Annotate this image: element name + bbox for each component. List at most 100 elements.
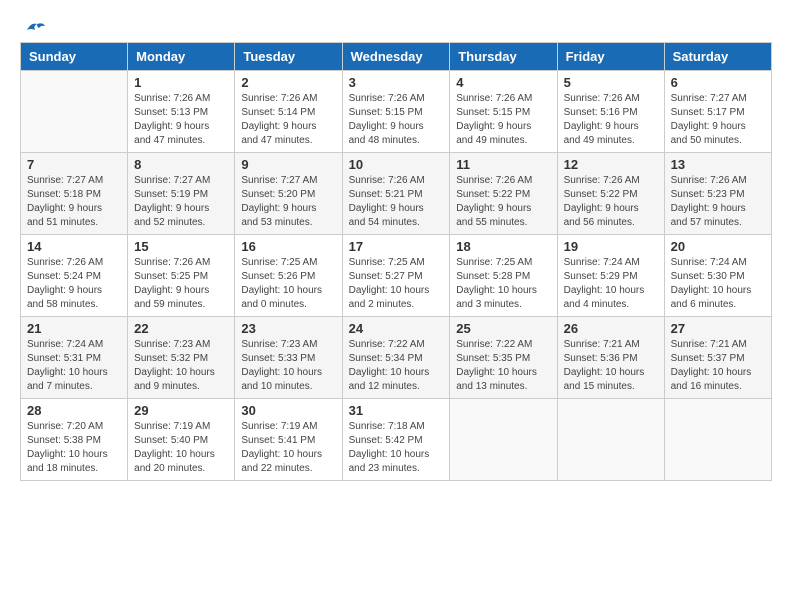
day-info: Sunrise: 7:27 AM Sunset: 5:19 PM Dayligh… [134, 174, 228, 230]
day-info: Sunrise: 7:24 AM Sunset: 5:29 PM Dayligh… [564, 256, 658, 312]
day-number: 11 [456, 157, 550, 172]
day-number: 24 [349, 321, 444, 336]
calendar-day-cell: 18 Sunrise: 7:25 AM Sunset: 5:28 PM Dayli… [450, 235, 557, 317]
day-number: 29 [134, 403, 228, 418]
calendar-day-cell [21, 71, 128, 153]
day-info: Sunrise: 7:26 AM Sunset: 5:25 PM Dayligh… [134, 256, 228, 312]
day-number: 8 [134, 157, 228, 172]
day-info: Sunrise: 7:22 AM Sunset: 5:35 PM Dayligh… [456, 338, 550, 394]
day-number: 21 [27, 321, 121, 336]
calendar-week-row: 1Sunrise: 7:26 AM Sunset: 5:13 PM Daylig… [21, 71, 772, 153]
calendar-day-cell: 14 Sunrise: 7:26 AM Sunset: 5:24 PM Dayli… [21, 235, 128, 317]
day-info: Sunrise: 7:26 AM Sunset: 5:13 PM Dayligh… [134, 92, 228, 148]
calendar-day-cell: 2Sunrise: 7:26 AM Sunset: 5:14 PM Daylig… [235, 71, 342, 153]
calendar-week-row: 28 Sunrise: 7:20 AM Sunset: 5:38 PM Dayli… [21, 399, 772, 481]
calendar-day-cell: 11 Sunrise: 7:26 AM Sunset: 5:22 PM Dayli… [450, 153, 557, 235]
day-number: 16 [241, 239, 335, 254]
day-number: 26 [564, 321, 658, 336]
calendar-day-cell [557, 399, 664, 481]
day-number: 22 [134, 321, 228, 336]
calendar-day-cell: 30 Sunrise: 7:19 AM Sunset: 5:41 PM Dayli… [235, 399, 342, 481]
calendar-day-cell: 24 Sunrise: 7:22 AM Sunset: 5:34 PM Dayli… [342, 317, 450, 399]
calendar-day-cell: 25 Sunrise: 7:22 AM Sunset: 5:35 PM Dayli… [450, 317, 557, 399]
day-number: 19 [564, 239, 658, 254]
calendar-day-cell: 27Sunrise: 7:21 AM Sunset: 5:37 PM Dayli… [664, 317, 771, 399]
day-info: Sunrise: 7:27 AM Sunset: 5:17 PM Dayligh… [671, 92, 765, 148]
day-number: 17 [349, 239, 444, 254]
calendar-day-cell: 20 Sunrise: 7:24 AM Sunset: 5:30 PM Dayli… [664, 235, 771, 317]
day-of-week-header: Friday [557, 43, 664, 71]
day-number: 31 [349, 403, 444, 418]
calendar-day-cell: 21 Sunrise: 7:24 AM Sunset: 5:31 PM Dayli… [21, 317, 128, 399]
calendar-day-cell: 5 Sunrise: 7:26 AM Sunset: 5:16 PM Daylig… [557, 71, 664, 153]
day-info: Sunrise: 7:25 AM Sunset: 5:26 PM Dayligh… [241, 256, 335, 312]
logo [20, 20, 45, 34]
day-info: Sunrise: 7:26 AM Sunset: 5:22 PM Dayligh… [564, 174, 658, 230]
day-number: 25 [456, 321, 550, 336]
day-number: 13 [671, 157, 765, 172]
day-info: Sunrise: 7:26 AM Sunset: 5:21 PM Dayligh… [349, 174, 444, 230]
day-number: 10 [349, 157, 444, 172]
calendar-day-cell: 22 Sunrise: 7:23 AM Sunset: 5:32 PM Dayli… [128, 317, 235, 399]
day-of-week-header: Monday [128, 43, 235, 71]
calendar-day-cell: 8 Sunrise: 7:27 AM Sunset: 5:19 PM Daylig… [128, 153, 235, 235]
calendar-header-row: SundayMondayTuesdayWednesdayThursdayFrid… [21, 43, 772, 71]
day-info: Sunrise: 7:23 AM Sunset: 5:33 PM Dayligh… [241, 338, 335, 394]
day-number: 20 [671, 239, 765, 254]
calendar-day-cell: 19 Sunrise: 7:24 AM Sunset: 5:29 PM Dayli… [557, 235, 664, 317]
day-info: Sunrise: 7:26 AM Sunset: 5:22 PM Dayligh… [456, 174, 550, 230]
calendar-week-row: 7Sunrise: 7:27 AM Sunset: 5:18 PM Daylig… [21, 153, 772, 235]
day-info: Sunrise: 7:23 AM Sunset: 5:32 PM Dayligh… [134, 338, 228, 394]
calendar-day-cell: 6 Sunrise: 7:27 AM Sunset: 5:17 PM Daylig… [664, 71, 771, 153]
calendar-day-cell: 15 Sunrise: 7:26 AM Sunset: 5:25 PM Dayli… [128, 235, 235, 317]
day-info: Sunrise: 7:21 AM Sunset: 5:36 PM Dayligh… [564, 338, 658, 394]
calendar-week-row: 21 Sunrise: 7:24 AM Sunset: 5:31 PM Dayli… [21, 317, 772, 399]
day-info: Sunrise: 7:26 AM Sunset: 5:24 PM Dayligh… [27, 256, 121, 312]
day-info: Sunrise: 7:26 AM Sunset: 5:14 PM Dayligh… [241, 92, 335, 148]
day-info: Sunrise: 7:24 AM Sunset: 5:30 PM Dayligh… [671, 256, 765, 312]
day-info: Sunrise: 7:25 AM Sunset: 5:27 PM Dayligh… [349, 256, 444, 312]
day-number: 3 [349, 75, 444, 90]
calendar-day-cell: 10 Sunrise: 7:26 AM Sunset: 5:21 PM Dayli… [342, 153, 450, 235]
day-of-week-header: Tuesday [235, 43, 342, 71]
day-number: 4 [456, 75, 550, 90]
page-header [20, 20, 772, 34]
day-info: Sunrise: 7:18 AM Sunset: 5:42 PM Dayligh… [349, 420, 444, 476]
day-info: Sunrise: 7:19 AM Sunset: 5:41 PM Dayligh… [241, 420, 335, 476]
day-info: Sunrise: 7:25 AM Sunset: 5:28 PM Dayligh… [456, 256, 550, 312]
day-info: Sunrise: 7:26 AM Sunset: 5:23 PM Dayligh… [671, 174, 765, 230]
day-info: Sunrise: 7:20 AM Sunset: 5:38 PM Dayligh… [27, 420, 121, 476]
day-number: 27 [671, 321, 765, 336]
calendar-day-cell [450, 399, 557, 481]
day-info: Sunrise: 7:26 AM Sunset: 5:15 PM Dayligh… [349, 92, 444, 148]
day-number: 15 [134, 239, 228, 254]
calendar-day-cell: 9 Sunrise: 7:27 AM Sunset: 5:20 PM Daylig… [235, 153, 342, 235]
day-number: 6 [671, 75, 765, 90]
day-number: 9 [241, 157, 335, 172]
day-info: Sunrise: 7:26 AM Sunset: 5:15 PM Dayligh… [456, 92, 550, 148]
day-of-week-header: Sunday [21, 43, 128, 71]
day-number: 12 [564, 157, 658, 172]
day-of-week-header: Thursday [450, 43, 557, 71]
day-info: Sunrise: 7:19 AM Sunset: 5:40 PM Dayligh… [134, 420, 228, 476]
day-number: 30 [241, 403, 335, 418]
day-of-week-header: Wednesday [342, 43, 450, 71]
calendar-week-row: 14 Sunrise: 7:26 AM Sunset: 5:24 PM Dayli… [21, 235, 772, 317]
day-number: 28 [27, 403, 121, 418]
day-info: Sunrise: 7:26 AM Sunset: 5:16 PM Dayligh… [564, 92, 658, 148]
calendar-day-cell: 17 Sunrise: 7:25 AM Sunset: 5:27 PM Dayli… [342, 235, 450, 317]
calendar-day-cell [664, 399, 771, 481]
day-number: 5 [564, 75, 658, 90]
day-info: Sunrise: 7:24 AM Sunset: 5:31 PM Dayligh… [27, 338, 121, 394]
day-info: Sunrise: 7:27 AM Sunset: 5:20 PM Dayligh… [241, 174, 335, 230]
day-info: Sunrise: 7:22 AM Sunset: 5:34 PM Dayligh… [349, 338, 444, 394]
day-number: 18 [456, 239, 550, 254]
calendar-day-cell: 12 Sunrise: 7:26 AM Sunset: 5:22 PM Dayli… [557, 153, 664, 235]
calendar-day-cell: 26 Sunrise: 7:21 AM Sunset: 5:36 PM Dayli… [557, 317, 664, 399]
calendar-table: SundayMondayTuesdayWednesdayThursdayFrid… [20, 42, 772, 481]
day-number: 14 [27, 239, 121, 254]
calendar-day-cell: 23 Sunrise: 7:23 AM Sunset: 5:33 PM Dayli… [235, 317, 342, 399]
calendar-day-cell: 7Sunrise: 7:27 AM Sunset: 5:18 PM Daylig… [21, 153, 128, 235]
calendar-day-cell: 31 Sunrise: 7:18 AM Sunset: 5:42 PM Dayli… [342, 399, 450, 481]
day-number: 23 [241, 321, 335, 336]
